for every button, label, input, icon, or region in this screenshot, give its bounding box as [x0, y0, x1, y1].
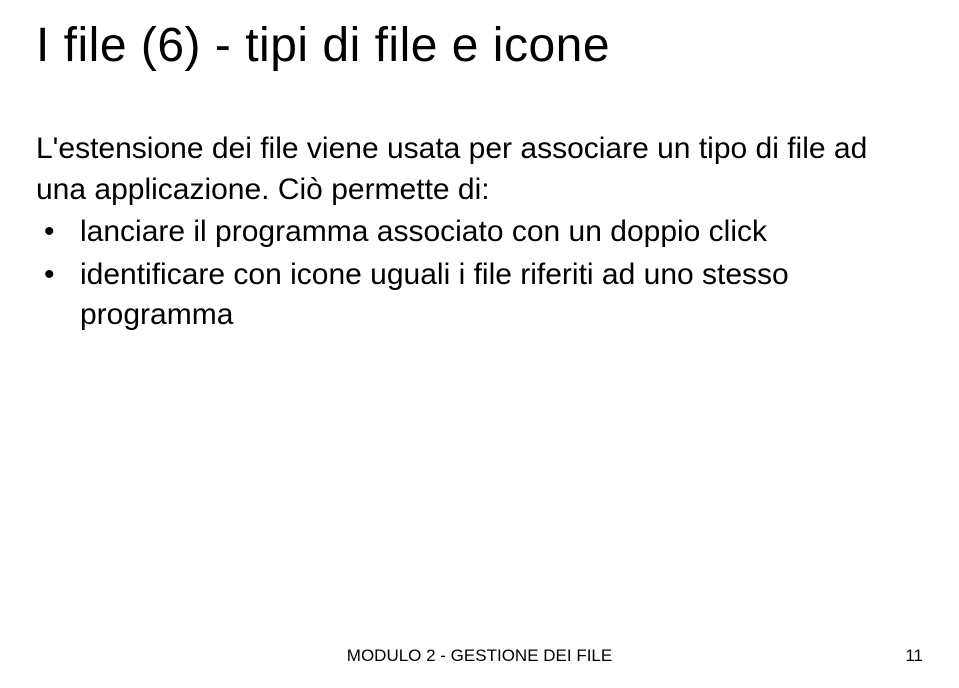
slide-title: I file (6) - tipi di file e icone — [36, 18, 923, 73]
slide-footer: MODULO 2 - GESTIONE DEI FILE 11 — [0, 646, 959, 666]
page-number: 11 — [905, 646, 923, 666]
list-item: lanciare il programma associato con un d… — [36, 212, 923, 253]
intro-paragraph: L'estensione dei file viene usata per as… — [36, 129, 923, 210]
footer-center-text: MODULO 2 - GESTIONE DEI FILE — [36, 646, 923, 666]
list-item: identificare con icone uguali i file rif… — [36, 255, 923, 336]
bullet-list: lanciare il programma associato con un d… — [36, 212, 923, 336]
